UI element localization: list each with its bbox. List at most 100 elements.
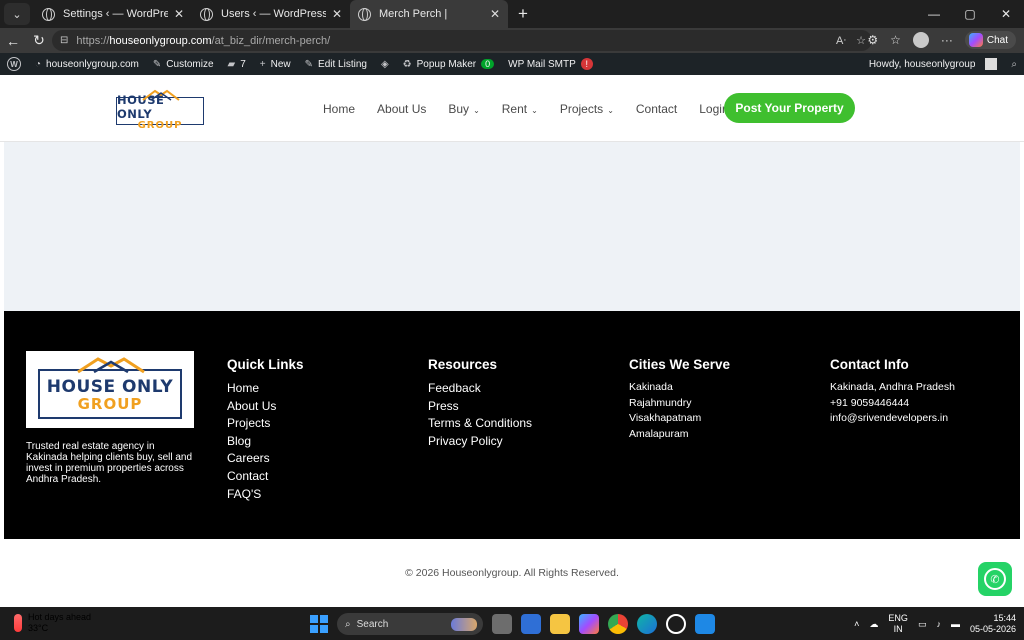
favorites-icon[interactable]: ☆ (890, 33, 901, 47)
chevron-down-icon: ⌄ (531, 106, 538, 115)
browser-tab-active[interactable]: Merch Perch | ✕ (350, 0, 508, 28)
weather-widget[interactable]: Hot days ahead 33°C (14, 612, 91, 634)
footer-link[interactable]: FAQ'S (227, 486, 304, 504)
task-view-icon[interactable] (492, 614, 512, 634)
nav-projects[interactable]: Projects ⌄ (560, 102, 614, 116)
nav-about-us[interactable]: About Us (377, 102, 426, 116)
copilot-chat-button[interactable]: Chat (964, 31, 1016, 49)
refresh-icon[interactable]: ↻ (26, 32, 52, 49)
chrome-icon[interactable] (608, 614, 628, 634)
dashboard-icon: ◔ (35, 58, 42, 70)
footer-link[interactable]: Contact (227, 468, 304, 486)
tab-title: Users ‹ — WordPress (221, 8, 326, 20)
clock-date: 05-05-2026 (969, 624, 1016, 634)
nav-home[interactable]: Home (323, 102, 355, 116)
footer-link[interactable]: Press (428, 398, 532, 416)
battery-icon[interactable]: ▬ (951, 619, 960, 629)
footer-link[interactable]: Blog (227, 433, 304, 451)
footer-link[interactable]: Privacy Policy (428, 433, 532, 451)
maximize-icon[interactable]: ▢ (952, 7, 988, 21)
url-prefix: https:// (76, 34, 110, 47)
profile-avatar[interactable] (912, 32, 929, 48)
comments-link[interactable]: ▰ 7 (221, 53, 253, 75)
volume-icon[interactable]: ♪ (936, 619, 941, 629)
edit-listing-label: Edit Listing (318, 58, 367, 70)
copilot-app-icon[interactable] (579, 614, 599, 634)
close-tab-icon[interactable]: ✕ (490, 7, 500, 21)
globe-icon (200, 7, 213, 21)
chevron-up-icon[interactable]: ˄ (854, 619, 859, 629)
read-aloud-icon[interactable]: Aᐧ (836, 34, 846, 47)
url-host: houseonlygroup.com (109, 34, 212, 47)
thermometer-icon (14, 614, 22, 632)
nav-buy[interactable]: Buy ⌄ (448, 102, 479, 116)
url-field[interactable]: ⊟ https://houseonlygroup.com/at_biz_dir/… (52, 30, 872, 51)
wp-mail-smtp-link[interactable]: WP Mail SMTP! (501, 53, 600, 75)
search-label: Search (356, 618, 389, 630)
plugin-diamond-link[interactable]: ◈ (374, 53, 396, 75)
site-name-label: houseonlygroup.com (46, 58, 139, 70)
browser-tab[interactable]: Settings ‹ — WordPress ✕ (34, 0, 192, 28)
minimize-icon[interactable]: — (916, 7, 952, 21)
monitor-icon[interactable]: ▭ (918, 619, 927, 630)
footer-heading: Quick Links (227, 357, 304, 372)
tab-title: Settings ‹ — WordPress (63, 8, 168, 20)
footer-city: Visakhapatnam (629, 412, 702, 425)
back-icon[interactable]: ← (0, 33, 26, 49)
footer-link[interactable]: About Us (227, 398, 304, 416)
nav-label: Home (323, 102, 356, 116)
close-window-icon[interactable]: ✕ (988, 7, 1024, 21)
site-logo[interactable]: HOUSE ONLY GROUP (116, 89, 204, 131)
favorite-star-icon[interactable]: ☆ (856, 34, 866, 47)
footer-address: Kakinada, Andhra Pradesh (830, 381, 955, 393)
new-tab-icon[interactable]: + (518, 4, 528, 24)
store-icon[interactable] (521, 614, 541, 634)
new-content-link[interactable]: + New (253, 53, 298, 75)
extensions-icon[interactable]: ⚙ (867, 33, 878, 47)
cloud-icon[interactable]: ☁ (869, 619, 878, 630)
vscode-icon[interactable] (695, 614, 715, 634)
clock[interactable]: 15:44 05-05-2026 (970, 613, 1016, 635)
footer-link[interactable]: Careers (227, 450, 304, 468)
popup-maker-link[interactable]: ♻ Popup Maker 0 (396, 53, 501, 75)
nav-label: Rent (501, 102, 528, 116)
post-property-button[interactable]: Post Your Property (724, 93, 855, 123)
file-explorer-icon[interactable] (550, 614, 570, 634)
site-info-icon[interactable]: ⊟ (60, 35, 68, 46)
whatsapp-button[interactable]: ✆ (978, 562, 1012, 596)
taskbar-apps: ⌕ Search (310, 611, 715, 637)
chatgpt-icon[interactable] (666, 614, 686, 634)
browser-tab[interactable]: Users ‹ — WordPress ✕ (192, 0, 350, 28)
footer-logo-box: HOUSE ONLY GROUP (38, 369, 182, 419)
wp-mail-smtp-label: WP Mail SMTP (508, 58, 576, 70)
whatsapp-icon: ✆ (984, 568, 1006, 590)
site-name-link[interactable]: ◔ houseonlygroup.com (28, 53, 146, 75)
edge-icon[interactable] (637, 614, 657, 634)
footer-link[interactable]: Home (227, 380, 304, 398)
tab-actions-menu-icon[interactable]: ⌄ (4, 3, 30, 25)
footer-phone[interactable]: +91 9059446444 (830, 396, 955, 412)
my-account-link[interactable]: Howdy, houseonlygroup (862, 53, 1005, 75)
footer-link[interactable]: Terms & Conditions (428, 415, 532, 433)
avatar (985, 58, 998, 70)
language-indicator[interactable]: ENG IN (888, 613, 908, 635)
windows-start-icon[interactable] (310, 615, 328, 633)
customize-link[interactable]: ✎ Customize (146, 53, 221, 75)
nav-contact[interactable]: Contact (636, 102, 677, 116)
taskbar-search[interactable]: ⌕ Search (337, 613, 483, 635)
footer-email[interactable]: info@srivendevelopers.in (830, 411, 955, 427)
footer-link[interactable]: Projects (227, 415, 304, 433)
admin-search[interactable]: ⌕ (1004, 53, 1024, 75)
close-tab-icon[interactable]: ✕ (174, 7, 184, 21)
footer-city: Rajahmundry (629, 396, 692, 409)
footer-logo[interactable]: HOUSE ONLY GROUP (26, 351, 194, 428)
footer-heading: Resources (428, 357, 498, 372)
edit-listing-link[interactable]: ✎ Edit Listing (298, 53, 374, 75)
more-menu-icon[interactable]: ··· (941, 33, 953, 47)
wp-logo-menu[interactable]: W (0, 53, 28, 75)
close-tab-icon[interactable]: ✕ (332, 7, 342, 21)
house-roof-icon (77, 357, 145, 374)
nav-rent[interactable]: Rent ⌄ (502, 102, 538, 116)
footer-link[interactable]: Feedback (428, 380, 532, 398)
browser-tab-strip: ⌄ Settings ‹ — WordPress ✕ Users ‹ — Wor… (0, 0, 1024, 28)
